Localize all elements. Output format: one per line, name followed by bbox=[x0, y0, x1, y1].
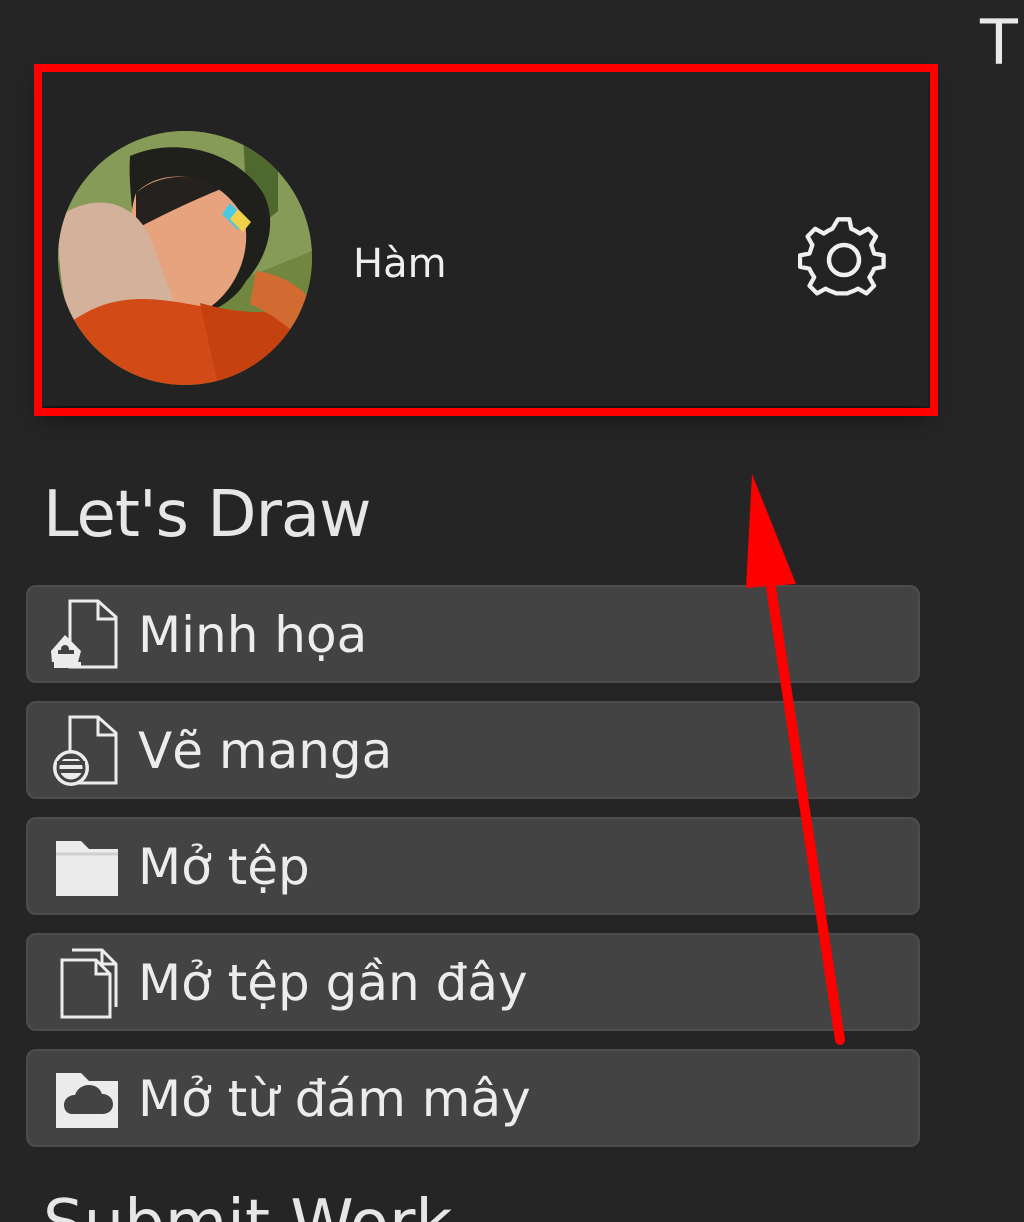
username: Hàm bbox=[353, 241, 447, 287]
app-sidebar: T Hàm Let's Draw Minh họa Vẽ manga Mở tệ… bbox=[0, 0, 1024, 1222]
lets-draw-title: Let's Draw bbox=[43, 478, 371, 552]
menu-item-label: Mở tệp gần đây bbox=[138, 954, 528, 1012]
folder-icon bbox=[50, 831, 124, 903]
manga-file-icon bbox=[50, 715, 124, 787]
user-avatar[interactable] bbox=[58, 131, 312, 385]
menu-item-label: Mở tệp bbox=[138, 838, 310, 896]
settings-button[interactable] bbox=[798, 214, 890, 306]
submit-work-title: Submit Work bbox=[43, 1185, 452, 1222]
cloud-folder-icon bbox=[50, 1063, 124, 1135]
menu-item-open-cloud[interactable]: Mở từ đám mây bbox=[26, 1049, 920, 1147]
lets-draw-menu: Minh họa Vẽ manga Mở tệp Mở tệp gần đây … bbox=[26, 585, 920, 1165]
clipped-heading-letter: T bbox=[980, 6, 1018, 79]
recent-files-icon bbox=[50, 947, 124, 1019]
menu-item-label: Mở từ đám mây bbox=[138, 1070, 531, 1128]
illustration-file-icon bbox=[50, 599, 124, 671]
menu-item-manga[interactable]: Vẽ manga bbox=[26, 701, 920, 799]
gear-icon bbox=[798, 217, 886, 296]
menu-item-illustration[interactable]: Minh họa bbox=[26, 585, 920, 683]
menu-item-label: Minh họa bbox=[138, 606, 368, 664]
menu-item-label: Vẽ manga bbox=[138, 722, 393, 780]
menu-item-open-file[interactable]: Mở tệp bbox=[26, 817, 920, 915]
menu-item-recent-files[interactable]: Mở tệp gần đây bbox=[26, 933, 920, 1031]
